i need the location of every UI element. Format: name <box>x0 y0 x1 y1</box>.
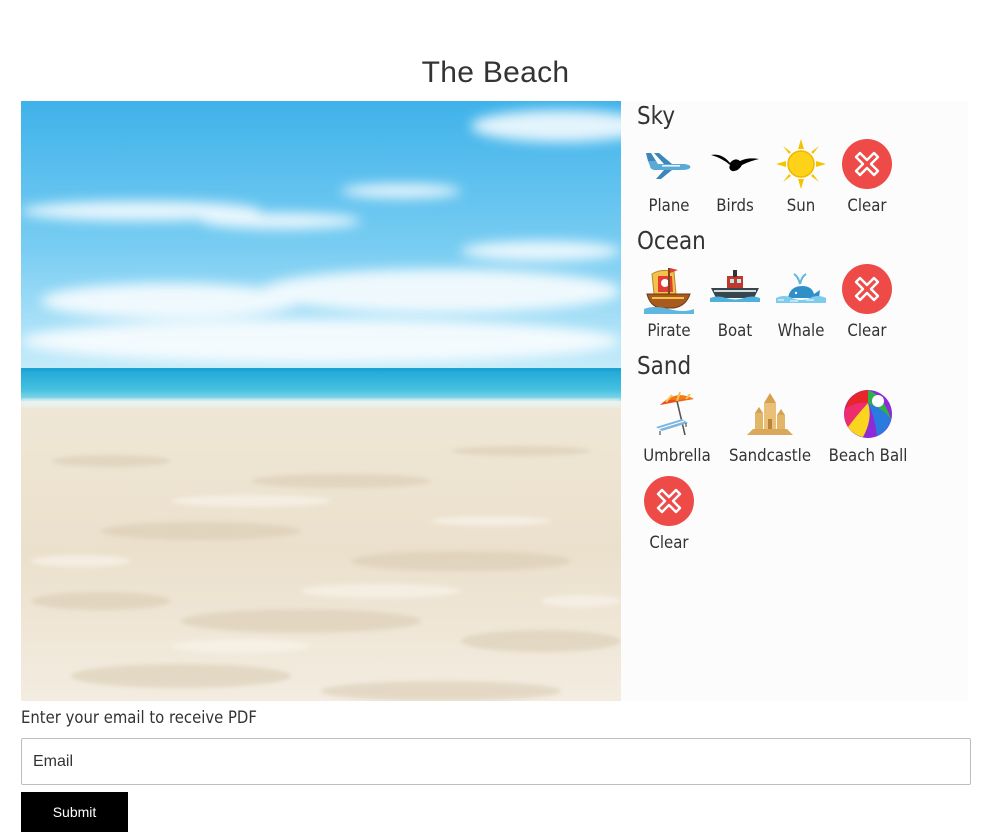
plane-icon <box>644 139 694 189</box>
clear-ocean-button[interactable]: Clear <box>834 264 900 344</box>
birds-icon <box>710 139 760 189</box>
sticker-label: Sandcastle <box>728 446 812 466</box>
sticker-panel: Sky Plane Birds Sun Clear Ocean Pirate B… <box>621 101 968 701</box>
page: The Beach Sky Plane Birds Sun Clear Ocea… <box>0 0 983 836</box>
sticker-label: Beach Ball <box>828 446 908 466</box>
email-field[interactable] <box>21 738 971 785</box>
boat-icon <box>710 264 760 314</box>
submit-button[interactable]: Submit <box>21 792 128 832</box>
sticker-label: Clear <box>649 533 689 553</box>
pirate-ship-icon <box>644 264 694 314</box>
beach-ball-icon <box>843 389 893 439</box>
sticker-umbrella[interactable]: Umbrella <box>643 389 711 469</box>
beach-photo <box>21 101 621 701</box>
sticker-beach-ball[interactable]: Beach Ball <box>829 389 907 469</box>
section-title-sky: Sky <box>637 101 676 130</box>
beach-scene[interactable] <box>21 101 621 701</box>
umbrella-icon <box>652 389 702 439</box>
clear-sand-button[interactable]: Clear <box>636 476 702 556</box>
sticker-sandcastle[interactable]: Sandcastle <box>729 389 811 469</box>
section-title-ocean: Ocean <box>637 226 706 255</box>
sandcastle-icon <box>745 389 795 439</box>
sticker-label: Clear <box>847 321 887 341</box>
clear-icon <box>644 476 694 526</box>
clear-icon <box>842 139 892 189</box>
sun-icon <box>776 139 826 189</box>
email-label: Enter your email to receive PDF <box>21 708 257 727</box>
sticker-label: Umbrella <box>643 446 711 466</box>
clear-icon <box>842 264 892 314</box>
whale-icon <box>776 264 826 314</box>
page-title: The Beach <box>421 56 570 90</box>
sticker-label: Clear <box>847 196 887 216</box>
clear-sky-button[interactable]: Clear <box>834 139 900 219</box>
section-title-sand: Sand <box>637 351 692 380</box>
